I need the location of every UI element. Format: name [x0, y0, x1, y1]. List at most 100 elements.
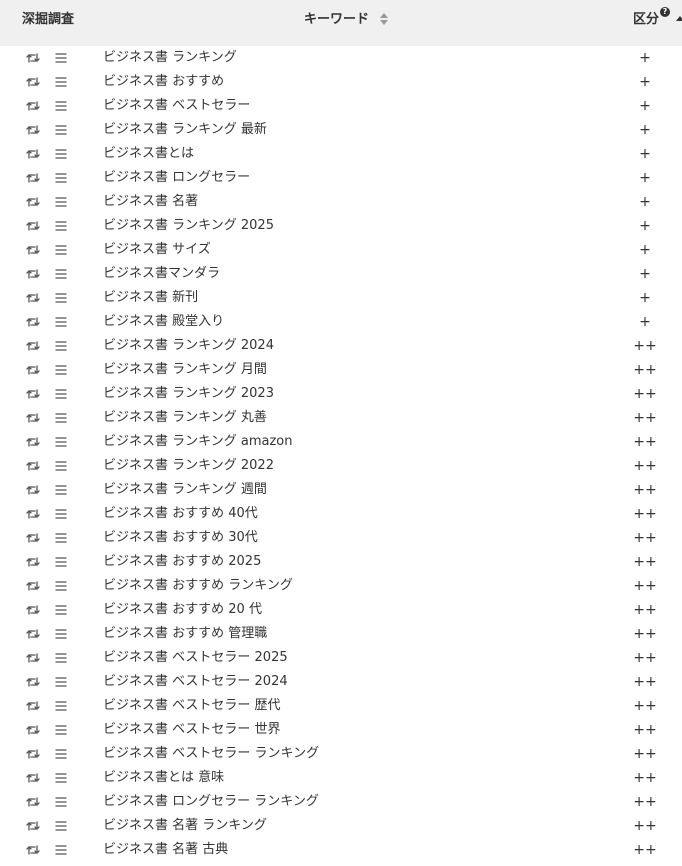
- keyword-text[interactable]: ビジネス書 ベストセラー 2024: [103, 673, 288, 691]
- menu-icon[interactable]: [55, 148, 67, 160]
- menu-icon[interactable]: [55, 604, 67, 616]
- keyword-text[interactable]: ビジネス書マンダラ: [103, 265, 220, 283]
- keyword-text[interactable]: ビジネス書 おすすめ 30代: [103, 529, 258, 547]
- menu-icon[interactable]: [55, 628, 67, 640]
- retweet-icon[interactable]: [26, 316, 40, 328]
- keyword-text[interactable]: ビジネス書 名著 古典: [103, 841, 228, 859]
- retweet-icon[interactable]: [26, 796, 40, 808]
- keyword-text[interactable]: ビジネス書 ランキング 週間: [103, 481, 267, 499]
- keyword-text[interactable]: ビジネス書とは: [103, 145, 194, 163]
- retweet-icon[interactable]: [26, 100, 40, 112]
- retweet-icon[interactable]: [26, 556, 40, 568]
- retweet-icon[interactable]: [26, 676, 40, 688]
- sort-icon[interactable]: [379, 12, 388, 25]
- menu-icon[interactable]: [55, 460, 67, 472]
- keyword-text[interactable]: ビジネス書 おすすめ 管理職: [103, 625, 267, 643]
- menu-icon[interactable]: [55, 388, 67, 400]
- retweet-icon[interactable]: [26, 52, 40, 64]
- menu-icon[interactable]: [55, 268, 67, 280]
- menu-icon[interactable]: [55, 76, 67, 88]
- retweet-icon[interactable]: [26, 124, 40, 136]
- keyword-text[interactable]: ビジネス書 ランキング 丸善: [103, 409, 267, 427]
- menu-icon[interactable]: [55, 820, 67, 832]
- keyword-text[interactable]: ビジネス書とは 意味: [103, 769, 224, 787]
- keyword-text[interactable]: ビジネス書 おすすめ 40代: [103, 505, 258, 523]
- menu-icon[interactable]: [55, 316, 67, 328]
- keyword-text[interactable]: ビジネス書 ランキング: [103, 49, 237, 67]
- retweet-icon[interactable]: [26, 436, 40, 448]
- keyword-text[interactable]: ビジネス書 ベストセラー ランキング: [103, 745, 319, 763]
- keyword-text[interactable]: ビジネス書 ロングセラー ランキング: [103, 793, 319, 811]
- retweet-icon[interactable]: [26, 580, 40, 592]
- keyword-text[interactable]: ビジネス書 おすすめ 2025: [103, 553, 261, 571]
- menu-icon[interactable]: [55, 772, 67, 784]
- retweet-icon[interactable]: [26, 148, 40, 160]
- keyword-text[interactable]: ビジネス書 ランキング 2025: [103, 217, 274, 235]
- retweet-icon[interactable]: [26, 748, 40, 760]
- retweet-icon[interactable]: [26, 604, 40, 616]
- menu-icon[interactable]: [55, 364, 67, 376]
- menu-icon[interactable]: [55, 532, 67, 544]
- retweet-icon[interactable]: [26, 532, 40, 544]
- menu-icon[interactable]: [55, 724, 67, 736]
- menu-icon[interactable]: [55, 796, 67, 808]
- menu-icon[interactable]: [55, 340, 67, 352]
- keyword-text[interactable]: ビジネス書 サイズ: [103, 241, 211, 259]
- menu-icon[interactable]: [55, 124, 67, 136]
- retweet-icon[interactable]: [26, 244, 40, 256]
- column-header-category[interactable]: 区分 ?: [633, 7, 670, 28]
- menu-icon[interactable]: [55, 508, 67, 520]
- retweet-icon[interactable]: [26, 772, 40, 784]
- menu-icon[interactable]: [55, 580, 67, 592]
- menu-icon[interactable]: [55, 676, 67, 688]
- menu-icon[interactable]: [55, 412, 67, 424]
- menu-icon[interactable]: [55, 52, 67, 64]
- keyword-text[interactable]: ビジネス書 おすすめ ランキング: [103, 577, 293, 595]
- menu-icon[interactable]: [55, 556, 67, 568]
- keyword-text[interactable]: ビジネス書 ランキング amazon: [103, 433, 293, 451]
- menu-icon[interactable]: [55, 100, 67, 112]
- menu-icon[interactable]: [55, 844, 67, 856]
- menu-icon[interactable]: [55, 652, 67, 664]
- keyword-text[interactable]: ビジネス書 ベストセラー 世界: [103, 721, 281, 739]
- retweet-icon[interactable]: [26, 196, 40, 208]
- keyword-text[interactable]: ビジネス書 おすすめ: [103, 73, 224, 91]
- keyword-text[interactable]: ビジネス書 ベストセラー 歴代: [103, 697, 281, 715]
- retweet-icon[interactable]: [26, 340, 40, 352]
- retweet-icon[interactable]: [26, 364, 40, 376]
- retweet-icon[interactable]: [26, 388, 40, 400]
- keyword-text[interactable]: ビジネス書 ランキング 月間: [103, 361, 267, 379]
- keyword-text[interactable]: ビジネス書 新刊: [103, 289, 198, 307]
- retweet-icon[interactable]: [26, 724, 40, 736]
- keyword-text[interactable]: ビジネス書 おすすめ 20 代: [103, 601, 262, 619]
- retweet-icon[interactable]: [26, 700, 40, 712]
- menu-icon[interactable]: [55, 436, 67, 448]
- menu-icon[interactable]: [55, 172, 67, 184]
- retweet-icon[interactable]: [26, 820, 40, 832]
- keyword-text[interactable]: ビジネス書 殿堂入り: [103, 313, 224, 331]
- menu-icon[interactable]: [55, 244, 67, 256]
- menu-icon[interactable]: [55, 700, 67, 712]
- keyword-text[interactable]: ビジネス書 ランキング 2022: [103, 457, 274, 475]
- keyword-text[interactable]: ビジネス書 ランキング 最新: [103, 121, 267, 139]
- keyword-text[interactable]: ビジネス書 ランキング 2023: [103, 385, 274, 403]
- menu-icon[interactable]: [55, 748, 67, 760]
- retweet-icon[interactable]: [26, 844, 40, 856]
- retweet-icon[interactable]: [26, 460, 40, 472]
- keyword-text[interactable]: ビジネス書 ランキング 2024: [103, 337, 274, 355]
- keyword-text[interactable]: ビジネス書 ベストセラー 2025: [103, 649, 288, 667]
- menu-icon[interactable]: [55, 292, 67, 304]
- retweet-icon[interactable]: [26, 268, 40, 280]
- retweet-icon[interactable]: [26, 652, 40, 664]
- menu-icon[interactable]: [55, 484, 67, 496]
- retweet-icon[interactable]: [26, 508, 40, 520]
- caret-up-icon[interactable]: [676, 16, 682, 21]
- help-icon[interactable]: ?: [660, 7, 670, 17]
- keyword-text[interactable]: ビジネス書 名著 ランキング: [103, 817, 267, 835]
- keyword-text[interactable]: ビジネス書 ベストセラー: [103, 97, 250, 115]
- retweet-icon[interactable]: [26, 172, 40, 184]
- column-header-keyword[interactable]: キーワード: [304, 12, 388, 28]
- retweet-icon[interactable]: [26, 292, 40, 304]
- retweet-icon[interactable]: [26, 76, 40, 88]
- keyword-text[interactable]: ビジネス書 名著: [103, 193, 198, 211]
